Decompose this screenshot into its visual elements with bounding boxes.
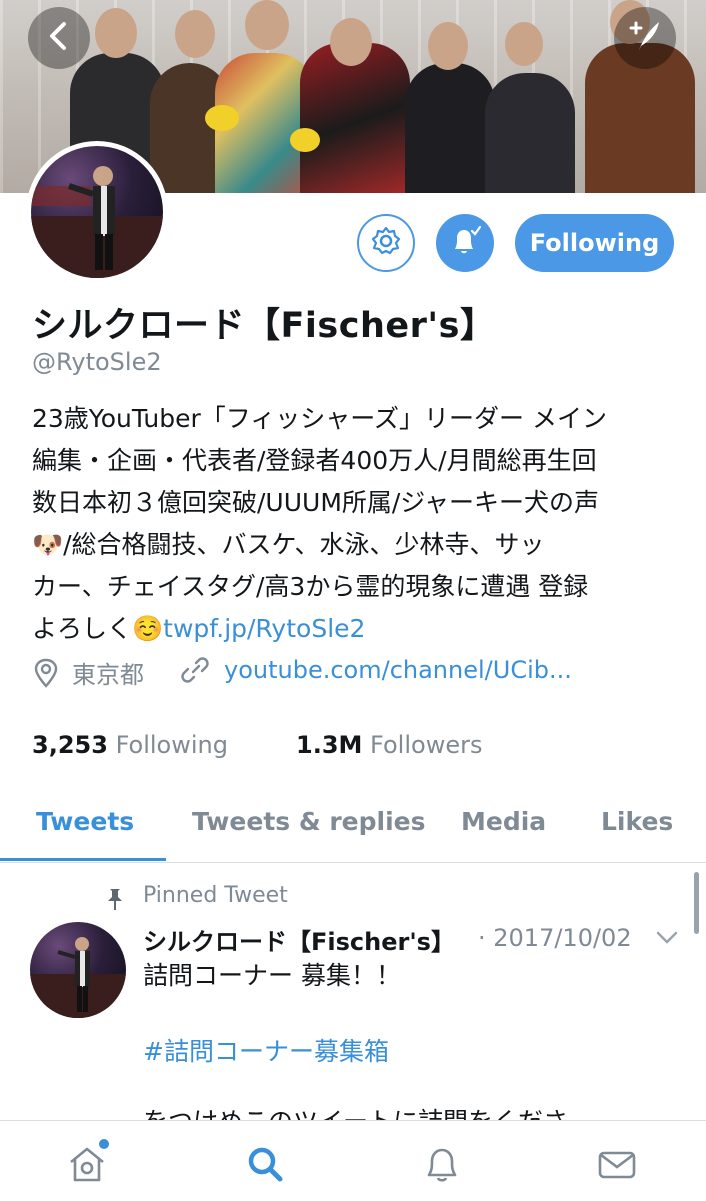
location-text: 東京都 (72, 661, 144, 689)
profile-name: シルクロード【Fischer's】 (32, 306, 496, 346)
tab-tweets-replies[interactable]: Tweets & replies (192, 807, 426, 836)
bio-line: カー、チェイスタグ/高3から霊的現象に遭遇 登録 (32, 572, 589, 601)
tweet-text: 詰問コーナー 募集！！ (143, 961, 401, 990)
chevron-down-icon[interactable] (655, 930, 679, 950)
tab-likes[interactable]: Likes (601, 807, 673, 836)
notifications-icon[interactable] (421, 1143, 463, 1185)
link-icon (180, 655, 210, 685)
tweet-hashtag[interactable]: #詰問コーナー募集箱 (143, 1032, 389, 1068)
compose-button[interactable] (614, 7, 676, 69)
profile-website[interactable]: youtube.com/channel/UCib... (180, 655, 572, 685)
following-label: Following (115, 731, 228, 759)
home-new-indicator (99, 1139, 109, 1149)
profile-tabs: Tweets Tweets & replies Media Likes (0, 790, 706, 863)
active-tab-indicator (0, 858, 166, 861)
tweet-date: · 2017/10/02 (478, 924, 632, 952)
tweet-avatar[interactable] (30, 922, 126, 1018)
followers-count: 1.3M (296, 731, 363, 759)
back-button[interactable] (28, 7, 90, 69)
tweet-author[interactable]: シルクロード【Fischer's】 (143, 922, 455, 957)
bio-text: よろしく☺️ (32, 614, 164, 643)
tab-media[interactable]: Media (461, 807, 546, 836)
bio-line: 編集・企画・代表者/登録者400万人/月間総再生回 (32, 446, 597, 475)
gear-icon (370, 225, 402, 261)
profile-bio: 23歳YouTuber「フィッシャーズ」リーダー メイン 編集・企画・代表者/登… (32, 398, 682, 650)
messages-icon[interactable] (596, 1143, 638, 1185)
tab-tweets[interactable]: Tweets (36, 807, 134, 836)
bio-line: 🐶/総合格闘技、バスケ、水泳、少林寺、サッ (32, 530, 545, 559)
bottom-nav (0, 1120, 706, 1201)
bell-check-icon (447, 223, 483, 263)
bio-line: 数日本初３億回突破/UUUM所属/ジャーキー犬の声 (32, 488, 600, 517)
settings-button[interactable] (357, 214, 415, 272)
notifications-button[interactable] (436, 214, 494, 272)
bio-line: よろしく☺️twpf.jp/RytoSle2 (32, 608, 682, 650)
search-icon[interactable] (244, 1143, 286, 1185)
website-link[interactable]: youtube.com/channel/UCib... (224, 656, 572, 684)
bio-line: 23歳YouTuber「フィッシャーズ」リーダー メイン (32, 404, 607, 433)
profile-location: 東京都 (32, 655, 144, 690)
following-button[interactable]: Following (515, 214, 674, 272)
bio-link[interactable]: twpf.jp/RytoSle2 (163, 614, 365, 643)
followers-stat[interactable]: 1.3M Followers (296, 731, 482, 759)
compose-icon (627, 18, 663, 58)
back-arrow-icon (46, 21, 72, 55)
following-stat[interactable]: 3,253 Following (32, 731, 228, 759)
pin-icon (104, 887, 126, 915)
home-icon[interactable] (66, 1143, 108, 1185)
following-count: 3,253 (32, 731, 108, 759)
scrollbar[interactable] (694, 872, 699, 934)
pinned-label: Pinned Tweet (143, 883, 288, 908)
profile-handle: @RytoSle2 (32, 348, 162, 376)
followers-label: Followers (370, 731, 483, 759)
location-pin-icon (32, 658, 60, 688)
profile-avatar[interactable] (26, 141, 168, 283)
